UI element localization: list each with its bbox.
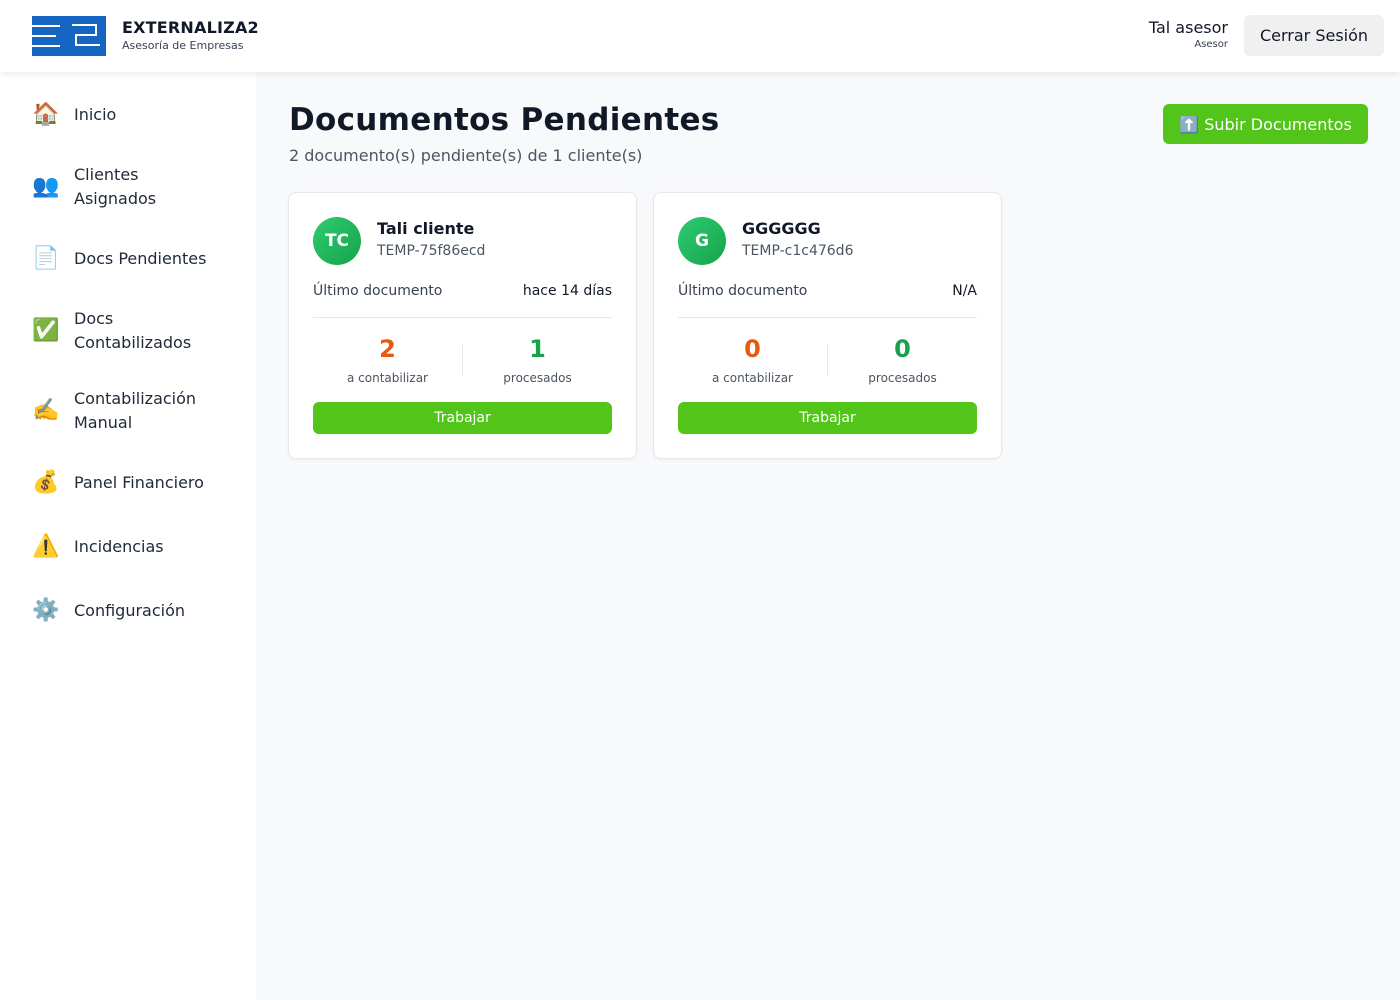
avatar: G	[678, 217, 726, 265]
sidebar-item-label: Docs Pendientes	[74, 249, 207, 268]
last-document-value: hace 14 días	[522, 283, 612, 299]
work-button[interactable]: Trabajar	[313, 402, 612, 434]
main-content: Documentos Pendientes 2 documento(s) pen…	[256, 72, 1400, 1000]
writing-hand-icon: ✍️	[32, 398, 60, 423]
pending-label: a contabilizar	[347, 371, 428, 385]
sidebar-item-configuracion[interactable]: ⚙️ Configuración	[32, 599, 242, 623]
last-document-value: N/A	[952, 283, 977, 299]
warning-icon: ⚠️	[32, 534, 60, 559]
sidebar-item-contabilizacion-manual[interactable]: ✍️ Contabilización Manual	[32, 387, 242, 435]
last-document-label: Último documento	[678, 283, 808, 299]
sidebar-item-label: Docs Contabilizados	[74, 309, 192, 352]
sidebar-item-clientes-asignados[interactable]: 👥 Clientes Asignados	[32, 163, 242, 211]
processed-stat: 0 procesados	[828, 335, 977, 385]
pending-stat: 2 a contabilizar	[313, 335, 462, 385]
processed-label: procesados	[868, 371, 937, 385]
upload-button-label: Subir Documentos	[1204, 114, 1352, 134]
check-icon: ✅	[32, 318, 60, 343]
pending-label: a contabilizar	[712, 371, 793, 385]
externaliza2-logo[interactable]	[32, 16, 106, 56]
work-button[interactable]: Trabajar	[678, 402, 977, 434]
sidebar-item-label: Contabilización Manual	[74, 389, 197, 432]
sidebar-item-label: Configuración	[74, 601, 186, 620]
money-bag-icon: 💰	[32, 470, 60, 495]
client-name: Tali cliente	[377, 219, 475, 238]
pending-stat: 0 a contabilizar	[678, 335, 827, 385]
sidebar-item-docs-pendientes[interactable]: 📄 Docs Pendientes	[32, 247, 242, 271]
upload-documents-button[interactable]: ⬆️ Subir Documentos	[1163, 104, 1368, 144]
upload-icon: ⬆️	[1179, 114, 1200, 134]
pending-count: 0	[744, 335, 761, 363]
sidebar-item-label: Panel Financiero	[74, 473, 204, 492]
processed-count: 0	[894, 335, 911, 363]
sidebar: 🏠 Inicio 👥 Clientes Asignados 📄 Docs Pen…	[0, 72, 256, 1000]
processed-label: procesados	[503, 371, 572, 385]
last-document-label: Último documento	[313, 283, 443, 299]
sidebar-item-label: Inicio	[74, 105, 117, 124]
gear-icon: ⚙️	[32, 598, 60, 623]
user-info: Tal asesor Asesor	[1149, 18, 1228, 52]
client-code: TEMP-75f86ecd	[377, 243, 486, 259]
divider	[313, 317, 612, 318]
page-title: Documentos Pendientes	[289, 102, 720, 138]
pending-count: 2	[379, 335, 396, 363]
avatar: TC	[313, 217, 361, 265]
user-name: Tal asesor	[1148, 18, 1228, 37]
logout-button[interactable]: Cerrar Sesión	[1244, 15, 1384, 56]
document-icon: 📄	[32, 246, 60, 271]
client-code: TEMP-c1c476d6	[742, 243, 854, 259]
sidebar-item-inicio[interactable]: 🏠 Inicio	[32, 103, 242, 127]
client-card: TC Tali cliente TEMP-75f86ecd Último doc…	[288, 192, 637, 459]
brand-subtitle: Asesoría de Empresas	[122, 39, 244, 52]
house-icon: 🏠	[32, 102, 60, 127]
brand: EXTERNALIZA2 Asesoría de Empresas	[122, 18, 259, 53]
processed-count: 1	[529, 335, 546, 363]
sidebar-item-incidencias[interactable]: ⚠️ Incidencias	[32, 535, 242, 559]
sidebar-item-label: Incidencias	[74, 537, 164, 556]
sidebar-item-docs-contabilizados[interactable]: ✅ Docs Contabilizados	[32, 307, 242, 355]
client-name: GGGGGG	[742, 219, 821, 238]
users-icon: 👥	[32, 174, 60, 199]
sidebar-item-panel-financiero[interactable]: 💰 Panel Financiero	[32, 471, 242, 495]
sidebar-item-label: Clientes Asignados	[74, 165, 157, 208]
client-card: G GGGGGG TEMP-c1c476d6 Último documento …	[653, 192, 1002, 459]
user-role: Asesor	[1194, 39, 1228, 50]
brand-name: EXTERNALIZA2	[122, 18, 259, 37]
processed-stat: 1 procesados	[463, 335, 612, 385]
page-subtitle: 2 documento(s) pendiente(s) de 1 cliente…	[289, 146, 643, 165]
divider	[678, 317, 977, 318]
top-header: EXTERNALIZA2 Asesoría de Empresas Tal as…	[0, 0, 1400, 72]
